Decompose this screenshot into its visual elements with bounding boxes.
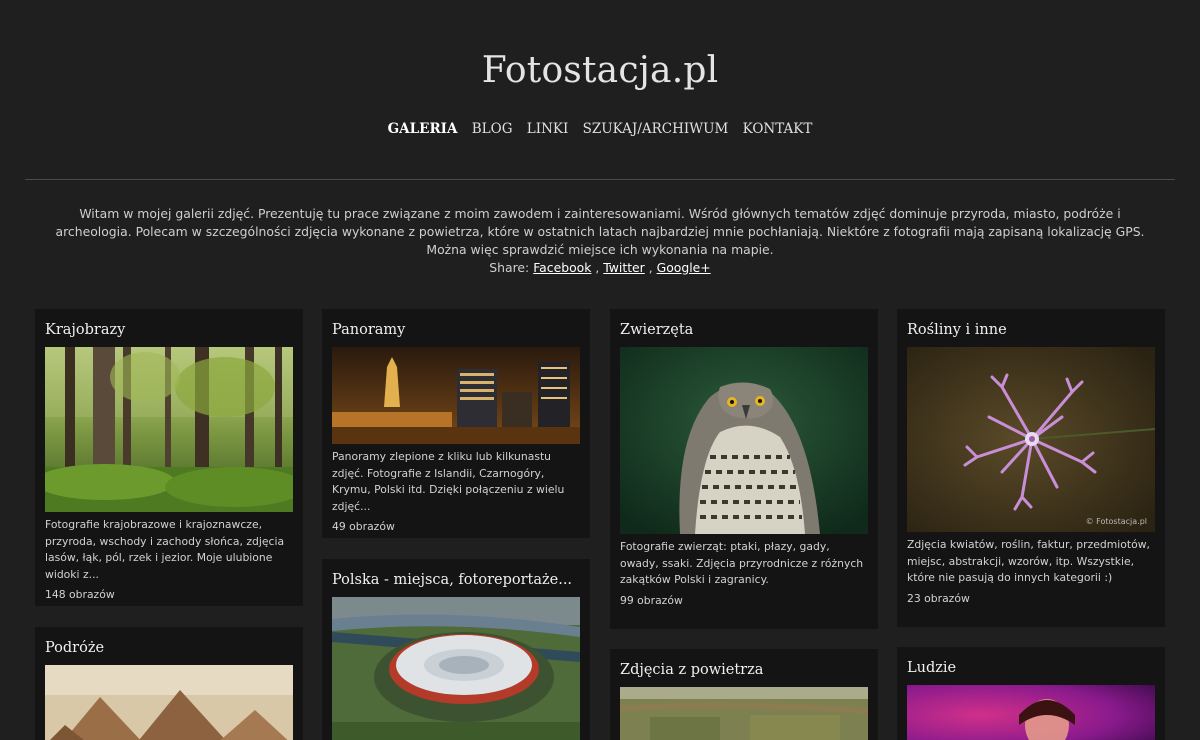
gallery-card-polska[interactable]: Polska - miejsca, fotoreportaże... [322, 559, 590, 740]
header-divider [25, 179, 1175, 180]
intro-text: Witam w mojej galerii zdjęć. Prezentuję … [55, 206, 1145, 257]
aerial-landscape-photo[interactable] [620, 687, 868, 740]
main-nav: GALERIA BLOG LINKI SZUKAJ/ARCHIWUM KONTA… [0, 121, 1200, 137]
gallery-description: Zdjęcia kwiatów, roślin, faktur, przedmi… [907, 538, 1150, 584]
share-label: Share: [489, 260, 530, 275]
gallery-title[interactable]: Rośliny i inne [907, 322, 1155, 338]
gallery-card-podroze[interactable]: Podróże [35, 627, 303, 740]
nav-kontakt[interactable]: KONTAKT [743, 121, 813, 137]
nav-szukaj-archiwum[interactable]: SZUKAJ/ARCHIWUM [583, 121, 729, 137]
gallery-description: Fotografie krajobrazowe i krajoznawcze, … [45, 518, 285, 581]
gallery-title[interactable]: Zwierzęta [620, 322, 868, 338]
warsaw-night-panorama[interactable] [332, 347, 580, 444]
share-twitter-link[interactable]: Twitter [603, 260, 645, 275]
gallery-card-rosliny-i-inne[interactable]: Rośliny i inne © Fotostacja.pl Zdjęcia k… [897, 309, 1165, 627]
gallery-title[interactable]: Ludzie [907, 660, 1155, 676]
gallery-count: 148 obrazów [45, 588, 115, 601]
gallery-title[interactable]: Krajobrazy [45, 322, 293, 338]
gallery-count: 49 obrazów [332, 520, 395, 533]
nav-galeria[interactable]: GALERIA [388, 121, 458, 137]
gallery-title[interactable]: Panoramy [332, 322, 580, 338]
gallery-card-zwierzeta[interactable]: Zwierzęta Fotografie zwierząt: ptaki, pł… [610, 309, 878, 629]
gallery-title[interactable]: Polska - miejsca, fotoreportaże... [332, 572, 580, 588]
gallery-count: 99 obrazów [620, 593, 683, 607]
pyramids-photo[interactable] [45, 665, 293, 740]
gallery-count: 23 obrazów [907, 591, 970, 605]
gallery-description: Fotografie zwierząt: ptaki, płazy, gady,… [620, 540, 864, 586]
gallery-card-zdjecia-z-powietrza[interactable]: Zdjęcia z powietrza [610, 649, 878, 740]
share-googleplus-link[interactable]: Google+ [657, 260, 711, 275]
gallery-card-ludzie[interactable]: Ludzie [897, 647, 1165, 740]
pink-flower-photo[interactable]: © Fotostacja.pl [907, 347, 1155, 532]
intro-block: Witam w mojej galerii zdjęć. Prezentuję … [40, 205, 1160, 277]
gallery-card-krajobrazy[interactable]: Krajobrazy Fotografie krajobrazowe i kra… [35, 309, 303, 606]
share-row: Share: Facebook , Twitter , Google+ [489, 260, 711, 275]
gallery-description: Panoramy zlepione z kliku lub kilkunastu… [332, 450, 565, 513]
forest-photo[interactable] [45, 347, 293, 512]
gallery-title[interactable]: Podróże [45, 640, 293, 656]
nav-blog[interactable]: BLOG [472, 121, 513, 137]
watermark: © Fotostacja.pl [1085, 517, 1147, 526]
stadium-aerial-photo[interactable] [332, 597, 580, 740]
site-title[interactable]: Fotostacja.pl [0, 50, 1200, 91]
gallery-card-panoramy[interactable]: Panoramy Panoramy zlepione z kliku lub k… [322, 309, 590, 538]
people-photo[interactable] [907, 685, 1155, 740]
gallery-title[interactable]: Zdjęcia z powietrza [620, 662, 868, 678]
hawk-photo[interactable] [620, 347, 868, 534]
share-facebook-link[interactable]: Facebook [533, 260, 591, 275]
nav-linki[interactable]: LINKI [527, 121, 569, 137]
